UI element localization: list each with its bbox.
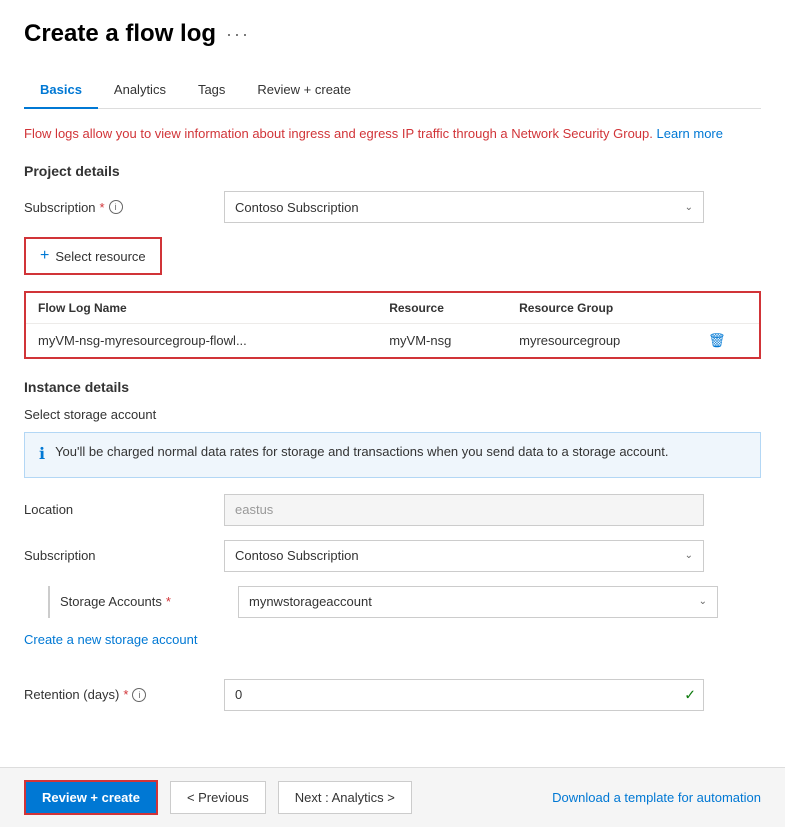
- storage-accounts-row: Storage Accounts * mynwstorageaccount ⌄: [24, 586, 761, 618]
- review-create-button[interactable]: Review + create: [24, 780, 158, 815]
- retention-input[interactable]: [224, 679, 704, 711]
- tab-analytics[interactable]: Analytics: [98, 72, 182, 109]
- retention-info-icon[interactable]: i: [132, 688, 146, 702]
- indent-bar: [48, 586, 50, 618]
- retention-input-wrapper: ✓: [224, 679, 704, 711]
- learn-more-link[interactable]: Learn more: [657, 126, 723, 141]
- storage-info-box: ℹ You'll be charged normal data rates fo…: [24, 432, 761, 477]
- instance-details-section: Instance details Select storage account …: [24, 379, 761, 710]
- col-actions: [696, 293, 759, 324]
- project-details-title: Project details: [24, 163, 761, 179]
- retention-label: Retention (days) * i: [24, 687, 224, 702]
- resource-table-container: Flow Log Name Resource Resource Group my…: [24, 291, 761, 359]
- location-row: Location: [24, 494, 761, 526]
- page-header: Create a flow log ···: [24, 20, 761, 48]
- delete-icon[interactable]: 🗑: [708, 332, 726, 348]
- storage-accounts-label: Storage Accounts *: [60, 594, 238, 609]
- storage-account-label: Select storage account: [24, 407, 761, 422]
- subscription-chevron-icon: ⌄: [685, 202, 693, 213]
- previous-button[interactable]: < Previous: [170, 781, 266, 814]
- table-row: myVM-nsg-myresourcegroup-flowl... myVM-n…: [26, 324, 759, 358]
- flow-log-name-cell: myVM-nsg-myresourcegroup-flowl...: [26, 324, 377, 358]
- plus-icon: +: [40, 247, 49, 265]
- more-options-icon[interactable]: ···: [226, 24, 250, 45]
- resource-group-cell: myresourcegroup: [507, 324, 696, 358]
- info-banner: Flow logs allow you to view information …: [24, 125, 761, 143]
- instance-subscription-row: Subscription Contoso Subscription ⌄: [24, 540, 761, 572]
- tab-bar: Basics Analytics Tags Review + create: [24, 72, 761, 109]
- info-banner-text: Flow logs allow you to view information …: [24, 126, 653, 141]
- next-analytics-button[interactable]: Next : Analytics >: [278, 781, 412, 814]
- subscription-info-icon[interactable]: i: [109, 200, 123, 214]
- select-resource-label: Select resource: [55, 249, 145, 264]
- location-input: [224, 494, 704, 526]
- create-storage-account-link[interactable]: Create a new storage account: [24, 632, 197, 647]
- storage-accounts-select[interactable]: mynwstorageaccount ⌄: [238, 586, 718, 618]
- subscription-select[interactable]: Contoso Subscription ⌄: [224, 191, 704, 223]
- tab-review-create[interactable]: Review + create: [241, 72, 367, 109]
- location-field: [224, 494, 704, 526]
- instance-subscription-chevron-icon: ⌄: [685, 550, 693, 561]
- col-flow-log-name: Flow Log Name: [26, 293, 377, 324]
- retention-row: Retention (days) * i ✓: [24, 679, 761, 711]
- instance-details-title: Instance details: [24, 379, 761, 395]
- instance-subscription-select[interactable]: Contoso Subscription ⌄: [224, 540, 704, 572]
- storage-info-text: You'll be charged normal data rates for …: [55, 443, 668, 461]
- page-title: Create a flow log: [24, 20, 216, 48]
- instance-subscription-label: Subscription: [24, 548, 224, 563]
- checkmark-icon: ✓: [684, 686, 696, 703]
- tab-basics[interactable]: Basics: [24, 72, 98, 109]
- tab-tags[interactable]: Tags: [182, 72, 241, 109]
- resource-table: Flow Log Name Resource Resource Group my…: [26, 293, 759, 357]
- col-resource-group: Resource Group: [507, 293, 696, 324]
- subscription-row: Subscription * i Contoso Subscription ⌄: [24, 191, 761, 223]
- info-circle-icon: ℹ: [39, 444, 45, 466]
- delete-cell[interactable]: 🗑: [696, 324, 759, 358]
- download-template-link[interactable]: Download a template for automation: [552, 790, 761, 805]
- location-label: Location: [24, 502, 224, 517]
- storage-accounts-chevron-icon: ⌄: [699, 596, 707, 607]
- subscription-label: Subscription * i: [24, 200, 224, 215]
- select-resource-button[interactable]: + Select resource: [24, 237, 162, 275]
- resource-cell: myVM-nsg: [377, 324, 507, 358]
- bottom-nav: Review + create < Previous Next : Analyt…: [0, 767, 785, 827]
- col-resource: Resource: [377, 293, 507, 324]
